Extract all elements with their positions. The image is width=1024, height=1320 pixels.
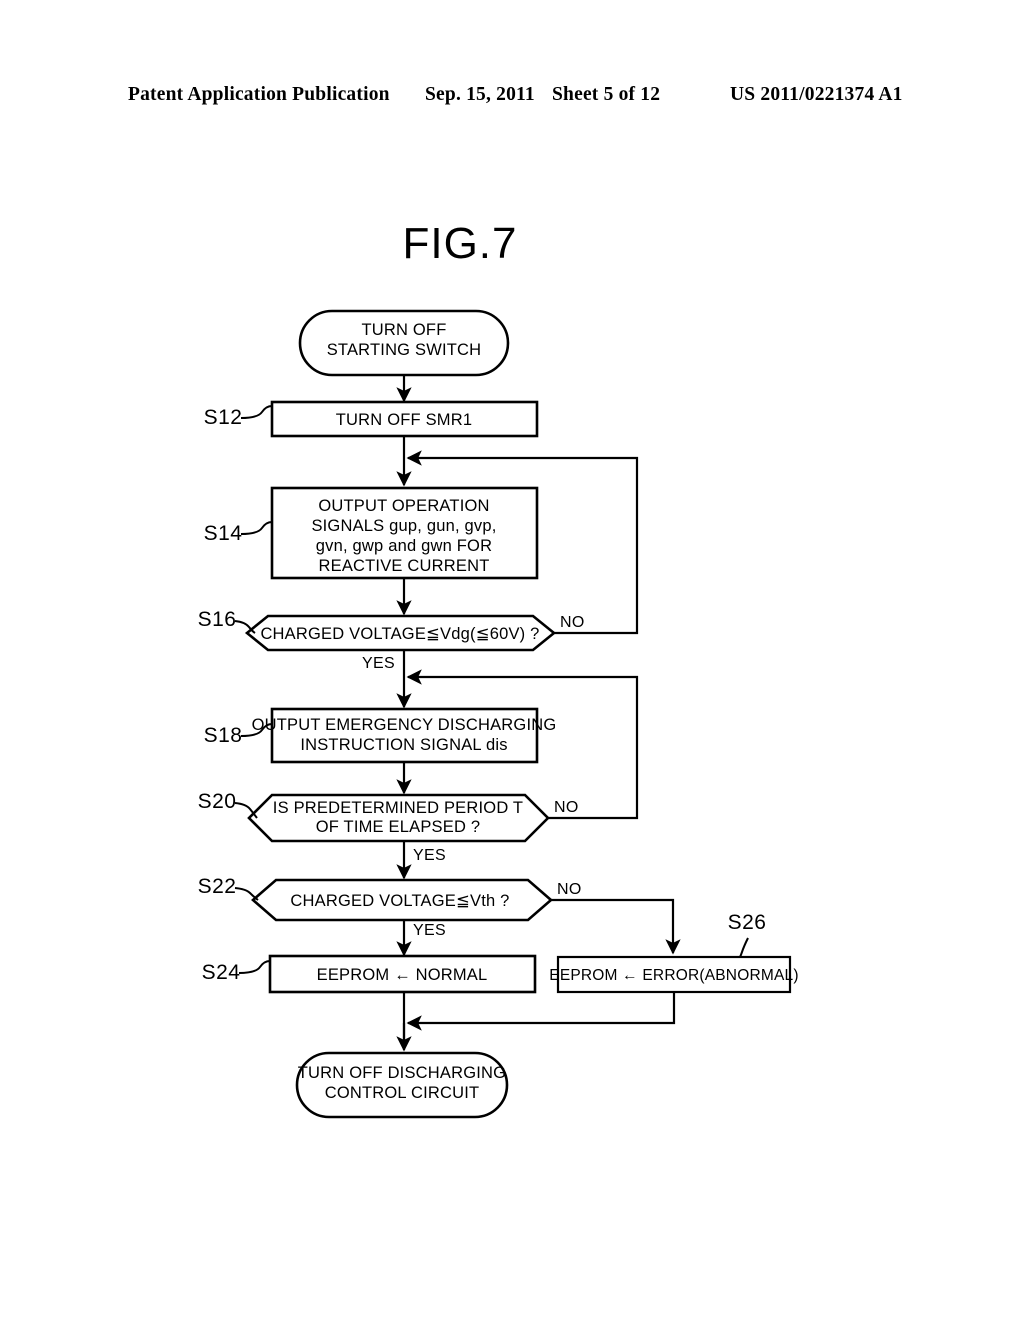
s24-label: EEPROM ← NORMAL <box>317 966 488 984</box>
s16-step-leader <box>234 620 256 634</box>
s14-line1: OUTPUT OPERATION <box>318 497 489 515</box>
s14-line3: gvn, gwp and gwn FOR <box>316 537 492 555</box>
s20-line2: OF TIME ELAPSED ? <box>316 818 480 836</box>
connector-s22-no-to-s26 <box>551 898 681 955</box>
s22-step-number: S22 <box>198 875 237 898</box>
s20-yes-label: YES <box>413 847 446 864</box>
s18-step-number: S18 <box>204 724 243 747</box>
start-terminal-line2: STARTING SWITCH <box>327 341 482 359</box>
s12-step-leader <box>240 405 273 419</box>
s22-step-leader <box>234 887 259 901</box>
s12-step-number: S12 <box>204 406 243 429</box>
s14-step-leader <box>240 521 273 535</box>
end-terminal-line2: CONTROL CIRCUIT <box>325 1084 480 1102</box>
s26-step-number: S26 <box>728 911 767 934</box>
s22-condition-label: CHARGED VOLTAGE≦Vth ? <box>290 892 509 910</box>
connector-s26-to-merge <box>406 992 676 1031</box>
s22-no-label: NO <box>557 881 582 898</box>
s24-step-leader <box>238 960 271 974</box>
s22-yes-label: YES <box>413 922 446 939</box>
s16-condition-label: CHARGED VOLTAGE≦Vdg(≦60V) ? <box>260 625 539 643</box>
s18-line1: OUTPUT EMERGENCY DISCHARGING <box>252 716 557 734</box>
s26-label: EEPROM ← ERROR(ABNORMAL) <box>549 967 798 984</box>
s12-label: TURN OFF SMR1 <box>336 411 472 429</box>
s20-step-number: S20 <box>198 790 237 813</box>
start-terminal-line1: TURN OFF <box>361 321 446 339</box>
s18-line2: INSTRUCTION SIGNAL dis <box>300 736 507 754</box>
s16-yes-label: YES <box>362 655 395 672</box>
s14-step-number: S14 <box>204 522 243 545</box>
s24-step-number: S24 <box>202 961 241 984</box>
s20-no-label: NO <box>554 799 579 816</box>
figure-title: FIG.7 <box>402 219 517 268</box>
s26-step-leader <box>739 937 749 958</box>
figure-7-flowchart: FIG.7 TURN OFF STARTING SWITCH TURN OFF … <box>0 0 1024 1320</box>
s14-line2: SIGNALS gup, gun, gvp, <box>311 517 496 535</box>
s14-line4: REACTIVE CURRENT <box>319 557 490 575</box>
s16-no-label: NO <box>560 614 585 631</box>
s20-line1: IS PREDETERMINED PERIOD T <box>273 799 523 817</box>
end-terminal-line1: TURN OFF DISCHARGING <box>298 1064 506 1082</box>
s16-step-number: S16 <box>198 608 237 631</box>
